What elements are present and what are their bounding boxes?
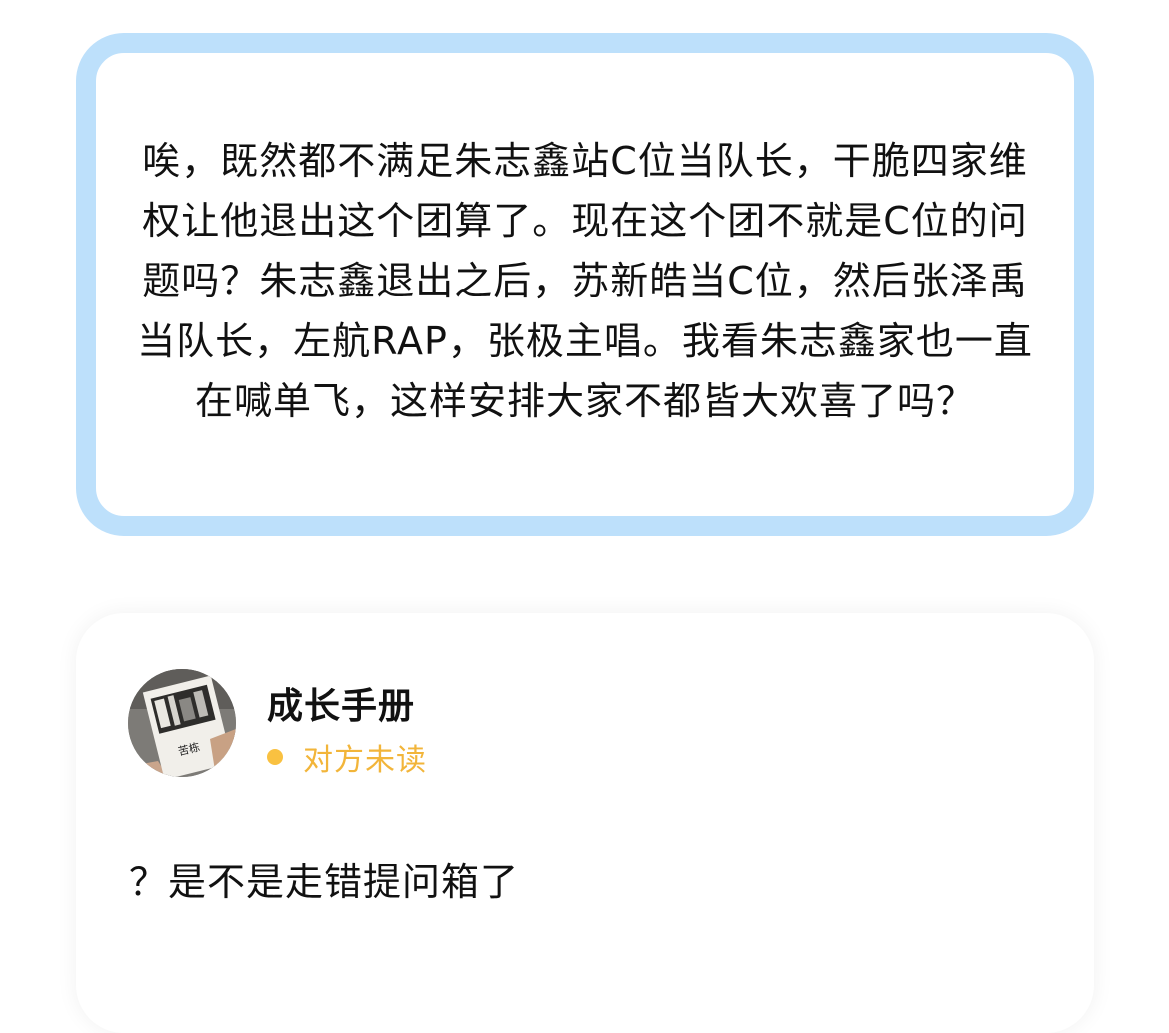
user-avatar[interactable]: 苦栋 [128,669,236,777]
question-card: 唉，既然都不满足朱志鑫站C位当队长，干脆四家维权让他退出这个团算了。现在这个团不… [76,33,1094,536]
reply-text: ？是不是走错提问箱了 [129,860,520,904]
status-dot-icon [267,749,283,765]
question-text: 唉，既然都不满足朱志鑫站C位当队长，干脆四家维权让他退出这个团算了。现在这个团不… [137,138,1033,423]
read-status-label: 对方未读 [303,743,427,778]
answer-card: 苦栋 成长手册 对方未读 ？是不是走错提问箱了 [76,613,1094,1033]
book-photo-avatar-icon: 苦栋 [128,669,236,777]
read-status: 对方未读 [267,735,427,779]
user-name[interactable]: 成长手册 [267,677,415,729]
